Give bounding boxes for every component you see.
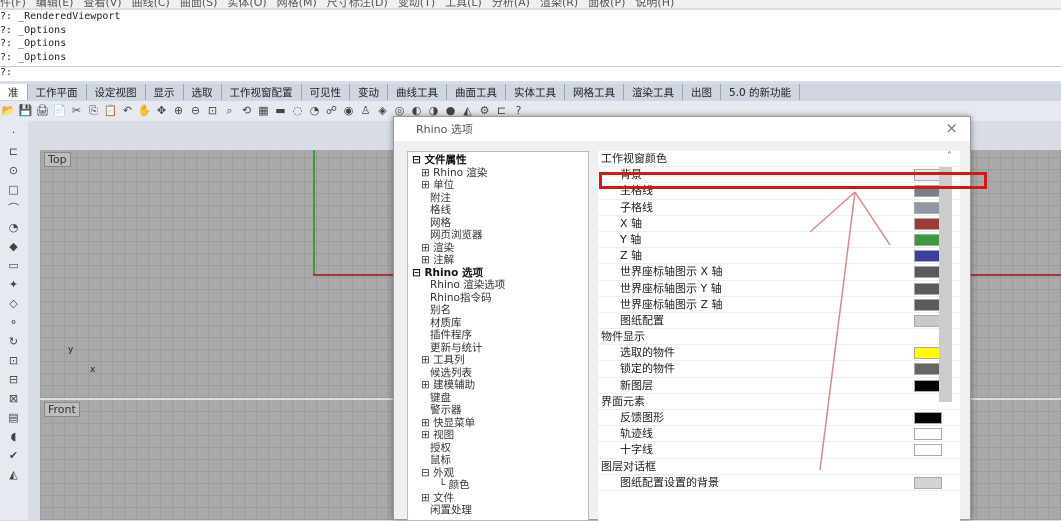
annotation-arrows (809, 191, 891, 471)
